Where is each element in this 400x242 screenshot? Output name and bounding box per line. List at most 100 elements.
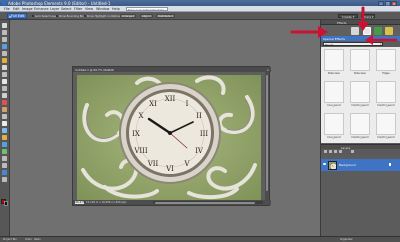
vertical-scrollbar[interactable] — [265, 72, 269, 200]
menu-help[interactable]: Help — [112, 7, 120, 11]
undo-redo-controls[interactable]: Undo · Redo — [25, 238, 41, 241]
auto-select-layer-checkbox[interactable]: Auto Select Layer — [32, 14, 58, 18]
effect-label: Cool_pencil — [327, 104, 341, 107]
quick-selection-tool-icon[interactable] — [2, 72, 8, 77]
menu-filter[interactable]: Filter — [74, 7, 82, 11]
zoom-field[interactable]: 66.67% — [75, 200, 85, 205]
menu-enhance[interactable]: Enhance — [34, 7, 49, 11]
pencil-tool-icon[interactable] — [2, 177, 8, 182]
marquee-tool-icon[interactable] — [2, 51, 8, 56]
document-tab[interactable]: Untitled-1 @ 66.7% (RGB/8) × — [73, 67, 271, 72]
menu-layer[interactable]: Layer — [50, 7, 59, 11]
menu-select[interactable]: Select — [61, 7, 71, 11]
align-dropdown[interactable]: Align ▾ — [140, 13, 153, 18]
type-tool-icon[interactable] — [2, 79, 8, 84]
app-icon — [1, 1, 6, 5]
magic-wand-tool-icon[interactable] — [2, 65, 8, 70]
close-button[interactable]: × — [391, 0, 398, 6]
annotation-arrow-left — [290, 26, 328, 38]
svg-text:VII: VII — [147, 160, 159, 168]
menu-file[interactable]: File — [4, 7, 10, 11]
layer-thumbnail-graphic — [329, 162, 336, 169]
horizontal-scroll-thumb[interactable] — [155, 201, 255, 204]
menu-image[interactable]: Image — [22, 7, 33, 11]
distribute-dropdown[interactable]: Distribute ▾ — [156, 13, 175, 18]
effect-preview — [376, 81, 396, 103]
blur-tool-icon[interactable] — [2, 163, 8, 168]
new-layer-icon[interactable] — [324, 150, 327, 154]
lock-layer-icon[interactable] — [351, 150, 354, 154]
effect-label: Cool_pencil — [327, 136, 341, 139]
brush-tool-icon[interactable] — [2, 128, 8, 133]
svg-text:V: V — [183, 160, 190, 168]
full-edit-button[interactable]: Full Edit — [7, 13, 27, 19]
eraser-tool-icon[interactable] — [2, 121, 8, 126]
background-color-swatch[interactable] — [3, 201, 9, 206]
hand-tool-icon[interactable] — [2, 37, 8, 42]
show-highlight-label: Show Highlight on Rollover — [86, 14, 122, 18]
maximize-button[interactable]: □ — [384, 0, 391, 6]
document-status-bar: 66.67% 15.104 in x 10.056 in (300 ppi) — [73, 200, 271, 205]
move-tool-icon[interactable] — [2, 23, 8, 28]
eyedropper-tool-icon[interactable] — [2, 44, 8, 49]
organizer-button[interactable]: Organizer — [340, 238, 353, 241]
canvas-workspace: Untitled-1 @ 66.7% (RGB/8) × XII I II II… — [10, 20, 320, 236]
effect-thumbnail[interactable]: Cool_pencil — [321, 79, 347, 110]
effect-thumbnail[interactable]: Silkscreen — [321, 47, 347, 78]
gradient-tool-icon[interactable] — [2, 149, 8, 154]
effect-thumbnail[interactable]: Colorful_pencil — [373, 79, 399, 110]
effect-preview — [376, 49, 396, 71]
effect-thumbnail[interactable]: Colorful_pencil — [373, 111, 399, 142]
shape-tool-icon[interactable] — [2, 156, 8, 161]
layer-thumbnail — [328, 160, 337, 170]
effect-thumbnail[interactable]: Colorful_pencil — [347, 79, 373, 110]
auto-select-layer-label: Auto Select Layer — [34, 14, 58, 18]
zoom-tool-icon[interactable] — [2, 30, 8, 35]
crop-tool-icon[interactable] — [2, 86, 8, 91]
menu-view[interactable]: View — [85, 7, 93, 11]
svg-text:II: II — [196, 112, 202, 120]
minimize-button[interactable]: – — [378, 0, 384, 6]
menu-window[interactable]: Window — [96, 7, 109, 11]
effect-label: Colorful_pencil — [377, 136, 395, 139]
favorites-tab-icon[interactable] — [385, 26, 393, 35]
clone-stamp-tool-icon[interactable] — [2, 114, 8, 119]
show-highlight-checkbox[interactable]: Show Highlight on Rollover — [84, 14, 122, 18]
help-search-input[interactable]: Type a question for help — [126, 6, 168, 12]
vertical-scroll-thumb[interactable] — [265, 75, 269, 191]
effect-preview — [350, 113, 370, 135]
clock-photo-graphic: XII I II III IV V VI VII VIII IX X XI — [77, 75, 261, 200]
red-eye-tool-icon[interactable] — [2, 100, 8, 105]
smart-brush-tool-icon[interactable] — [2, 135, 8, 140]
new-group-icon[interactable] — [329, 150, 332, 154]
effect-label: Silkscreen — [353, 72, 367, 75]
project-bin-button[interactable]: Project Bin — [3, 238, 17, 241]
sponge-tool-icon[interactable] — [2, 170, 8, 175]
adjustment-layer-icon[interactable] — [334, 150, 337, 154]
menu-edit[interactable]: Edit — [13, 7, 20, 11]
visibility-eye-icon[interactable] — [322, 163, 326, 166]
effect-thumbnail[interactable]: Edges — [373, 47, 399, 78]
show-bounding-box-checkbox[interactable]: Show Bounding Box — [56, 14, 85, 18]
effects-thumbnail-grid: Silkscreen Silkscreen Edges Cool_pencil … — [321, 47, 400, 143]
paint-bucket-tool-icon[interactable] — [2, 142, 8, 147]
horizontal-scrollbar[interactable] — [153, 201, 263, 204]
editor-icon — [8, 15, 11, 18]
clock-photo[interactable]: XII I II III IV V VI VII VIII IX X XI — [77, 75, 261, 200]
recompose-tool-icon[interactable] — [2, 93, 8, 98]
effect-thumbnail[interactable]: Colorful_pencil — [347, 111, 373, 142]
close-document-icon[interactable]: × — [266, 68, 269, 72]
effect-label: Colorful_pencil — [351, 104, 369, 107]
create-button[interactable]: Create ▾ — [338, 13, 358, 19]
layer-name: Background — [339, 163, 356, 168]
healing-brush-tool-icon[interactable] — [2, 107, 8, 112]
photo-effects-tab-icon[interactable] — [374, 26, 382, 35]
arrange-dropdown[interactable]: Arrange ▾ — [120, 13, 137, 18]
document-window[interactable]: Untitled-1 @ 66.7% (RGB/8) × XII I II II… — [72, 66, 271, 206]
layer-row-background[interactable]: Background — [321, 159, 400, 171]
lasso-tool-icon[interactable] — [2, 58, 8, 63]
delete-layer-icon[interactable] — [339, 150, 342, 154]
effect-thumbnail[interactable]: Cool_pencil — [321, 111, 347, 142]
effect-thumbnail[interactable]: Silkscreen — [347, 47, 373, 78]
svg-text:XI: XI — [149, 100, 157, 108]
